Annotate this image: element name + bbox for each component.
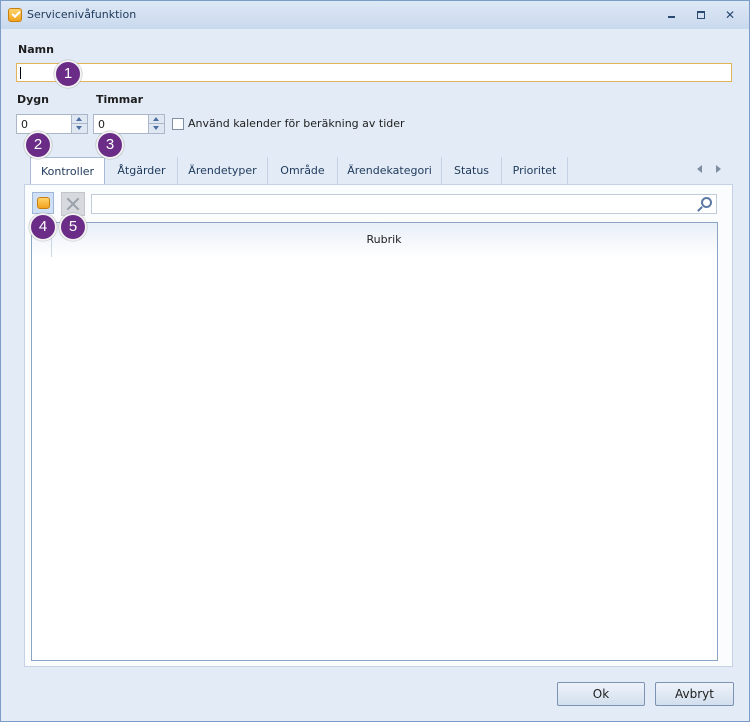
hours-spinner[interactable]: 0 (93, 114, 165, 134)
hours-decrement-button[interactable] (149, 124, 164, 133)
tab-status[interactable]: Status (442, 157, 502, 184)
callout-1: 1 (54, 60, 82, 88)
days-decrement-button[interactable] (72, 124, 87, 133)
tab-prioritet[interactable]: Prioritet (502, 157, 568, 184)
callout-5: 5 (59, 213, 87, 241)
callout-4: 4 (29, 213, 57, 241)
name-label: Namn (18, 43, 54, 56)
days-spinner-buttons (71, 115, 87, 133)
days-label: Dygn (17, 93, 50, 106)
search-icon[interactable] (701, 197, 712, 208)
tab-omrade[interactable]: Område (268, 157, 338, 184)
days-value: 0 (21, 118, 28, 131)
search-input[interactable] (91, 194, 717, 214)
hours-increment-button[interactable] (149, 115, 164, 124)
hours-label: Timmar (96, 93, 144, 106)
callout-3: 3 (96, 131, 124, 159)
calendar-checkbox-label[interactable]: Använd kalender för beräkning av tider (188, 117, 405, 130)
window-title: Servicenivåfunktion (27, 8, 137, 21)
tab-scroll-right-icon[interactable] (716, 165, 721, 173)
hours-value: 0 (98, 118, 105, 131)
add-icon (37, 197, 50, 209)
title-bar[interactable]: Servicenivåfunktion ✕ (1, 1, 749, 29)
app-icon (8, 8, 22, 22)
close-button[interactable]: ✕ (719, 7, 741, 23)
grid-header: Rubrik (32, 223, 717, 257)
tab-arendetyper[interactable]: Ärendetyper (178, 157, 268, 184)
name-input[interactable] (16, 63, 732, 82)
ok-button[interactable]: Ok (557, 682, 645, 706)
days-spinner[interactable]: 0 (16, 114, 88, 134)
column-header-rubrik[interactable]: Rubrik (51, 233, 717, 246)
days-increment-button[interactable] (72, 115, 87, 124)
maximize-button[interactable] (690, 7, 712, 23)
tab-arendekategori[interactable]: Ärendekategori (338, 157, 442, 184)
text-caret (20, 67, 21, 79)
tab-kontroller[interactable]: Kontroller (30, 157, 105, 185)
minimize-button[interactable] (661, 7, 683, 23)
callout-2: 2 (24, 131, 52, 159)
controls-grid[interactable]: Rubrik (31, 222, 718, 661)
tab-atgarder[interactable]: Åtgärder (106, 157, 178, 184)
hours-spinner-buttons (148, 115, 164, 133)
calendar-checkbox[interactable] (172, 118, 184, 130)
add-control-button[interactable] (32, 192, 54, 214)
tab-scroll-left-icon[interactable] (697, 165, 702, 173)
cancel-button[interactable]: Avbryt (655, 682, 734, 706)
